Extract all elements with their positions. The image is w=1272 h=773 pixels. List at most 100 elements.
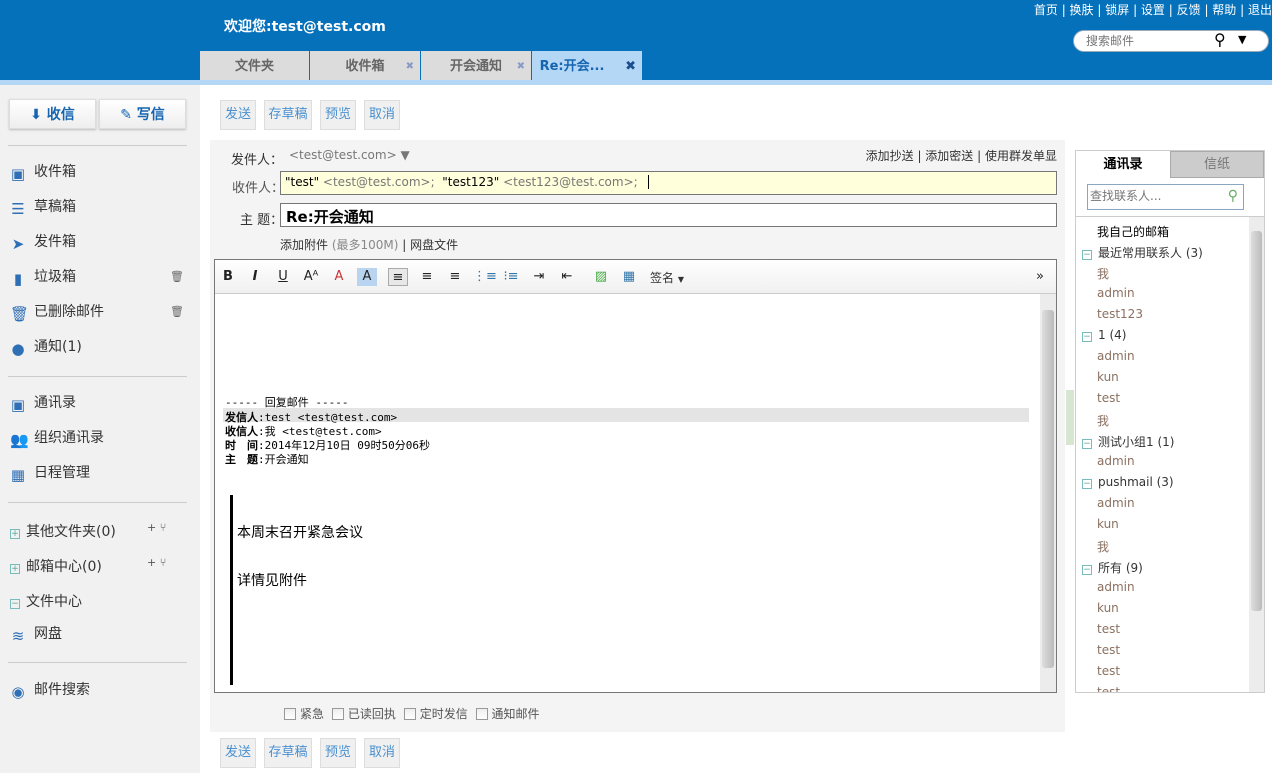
tab-inbox[interactable]: 收件箱 ✖ <box>309 51 420 80</box>
tab-folders[interactable]: 文件夹 <box>199 51 309 80</box>
underline-icon[interactable]: U <box>273 268 293 286</box>
preview-button-bottom[interactable]: 预览 <box>320 738 356 768</box>
subject-field[interactable]: Re:开会通知 <box>280 203 1057 227</box>
tab-contacts[interactable]: 通讯录 <box>1076 151 1170 179</box>
empty-trash-icon[interactable]: 🗑 <box>170 302 184 322</box>
preview-button[interactable]: 预览 <box>320 100 356 130</box>
italic-icon[interactable]: I <box>245 268 265 286</box>
sidebar-item-netdisk[interactable]: ≋ 网盘 <box>10 624 62 644</box>
sidebar-item-file-center[interactable]: − 文件中心 <box>10 592 82 612</box>
expand-toolbar-icon[interactable]: » <box>1030 268 1050 286</box>
receive-button[interactable]: ⬇ 收信 <box>9 99 96 129</box>
send-button[interactable]: 发送 <box>220 100 256 130</box>
sidebar-item-mail-center[interactable]: + 邮箱中心(0) + ⑂ <box>10 556 190 577</box>
contact-item[interactable]: 我 <box>1097 538 1109 555</box>
close-icon[interactable]: ✖ <box>406 51 414 82</box>
align-center-icon[interactable]: ≡ <box>417 268 437 286</box>
chevron-down-icon[interactable]: ▼ <box>1238 33 1246 46</box>
image-icon[interactable]: ▨ <box>591 268 611 286</box>
contact-item[interactable]: kun <box>1097 601 1119 615</box>
tab-reply[interactable]: Re:开会... ✖ <box>531 51 642 80</box>
font-size-icon[interactable]: Aᴬ <box>301 268 321 286</box>
contact-group[interactable]: − pushmail (3) <box>1082 475 1174 489</box>
close-icon[interactable]: ✖ <box>625 51 636 82</box>
align-left-icon[interactable]: ≡ <box>388 268 408 286</box>
contact-group[interactable]: − 最近常用联系人 (3) <box>1082 244 1203 261</box>
mail-search-input[interactable] <box>1086 34 1216 48</box>
contact-item[interactable]: kun <box>1097 517 1119 531</box>
netdisk-file-link[interactable]: 网盘文件 <box>410 238 458 252</box>
scrollbar-thumb[interactable] <box>1251 231 1262 611</box>
add-attachment-link[interactable]: 添加附件 <box>280 238 328 252</box>
sidebar-item-other-folders[interactable]: + 其他文件夹(0) + ⑂ <box>10 521 190 542</box>
contact-item[interactable]: 我 <box>1097 412 1109 429</box>
urgent-option[interactable]: 紧急 <box>280 707 324 721</box>
sidebar-item-junk[interactable]: ▮ 垃圾箱 🗑 <box>10 267 190 287</box>
add-settings-icon[interactable]: + ⑂ <box>147 518 166 538</box>
collapse-icon[interactable]: − <box>1082 479 1092 489</box>
contact-item[interactable]: test <box>1097 391 1120 405</box>
contact-item[interactable]: test <box>1097 664 1120 678</box>
contact-search-input[interactable] <box>1090 189 1220 203</box>
scrollbar-thumb[interactable] <box>1042 310 1054 668</box>
contact-item[interactable]: admin <box>1097 349 1135 363</box>
contact-item[interactable]: test <box>1097 643 1120 657</box>
recipient[interactable]: "test" <test@test.com>; <box>285 175 435 189</box>
bold-icon[interactable]: B <box>218 268 238 286</box>
bullet-list-icon[interactable]: ⁝≡ <box>501 268 521 286</box>
add-cc-link[interactable]: 添加抄送 <box>866 149 914 163</box>
sidebar-item-sent[interactable]: ➤ 发件箱 <box>10 232 76 252</box>
contact-self[interactable]: 我自己的邮箱 <box>1097 223 1169 240</box>
mail-search[interactable]: ⚲ ▼ <box>1073 30 1269 52</box>
collapse-icon[interactable]: − <box>1082 332 1092 342</box>
empty-trash-icon[interactable]: 🗑 <box>170 267 184 287</box>
sidebar-item-contacts[interactable]: ▣ 通讯录 <box>10 393 76 413</box>
to-field[interactable]: "test" <test@test.com>; "test123" <test1… <box>280 171 1057 195</box>
send-button-bottom[interactable]: 发送 <box>220 738 256 768</box>
highlight-icon[interactable]: A <box>357 268 377 286</box>
outdent-icon[interactable]: ⇤ <box>557 268 577 286</box>
search-icon[interactable]: ⚲ <box>1228 188 1238 204</box>
align-right-icon[interactable]: ≡ <box>445 268 465 286</box>
tab-meeting-notice[interactable]: 开会通知 ✖ <box>420 51 531 80</box>
contact-item[interactable]: test <box>1097 622 1120 636</box>
collapse-panel-handle[interactable] <box>1066 390 1074 445</box>
contact-item[interactable]: 我 <box>1097 265 1109 282</box>
recipient[interactable]: "test123" <test123@test.com>; <box>442 175 637 189</box>
save-draft-button-bottom[interactable]: 存草稿 <box>264 738 312 768</box>
group-send-link[interactable]: 使用群发单显 <box>985 149 1057 163</box>
rich-text-editor[interactable]: B I U Aᴬ A A ≡ ≡ ≡ ⋮≡ ⁝≡ ⇥ ⇤ ▨ ▦ 签名 ▼ » … <box>214 259 1057 693</box>
top-link[interactable]: 锁屏 <box>1105 3 1129 17</box>
signature-dropdown[interactable]: 签名 ▼ <box>650 269 684 286</box>
contact-item[interactable]: kun <box>1097 370 1119 384</box>
calendar-icon[interactable]: ▦ <box>619 268 639 286</box>
sidebar-item-calendar[interactable]: ▦ 日程管理 <box>10 463 90 483</box>
add-settings-icon[interactable]: + ⑂ <box>147 553 166 573</box>
save-draft-button[interactable]: 存草稿 <box>264 100 312 130</box>
contact-group[interactable]: − 测试小组1 (1) <box>1082 433 1174 450</box>
top-link[interactable]: 退出 <box>1248 3 1272 17</box>
indent-icon[interactable]: ⇥ <box>529 268 549 286</box>
top-link[interactable]: 换肤 <box>1070 3 1094 17</box>
contact-group[interactable]: −1 (4) <box>1082 328 1126 342</box>
ordered-list-icon[interactable]: ⋮≡ <box>473 268 497 286</box>
contact-item[interactable]: test <box>1097 685 1120 692</box>
top-link[interactable]: 帮助 <box>1212 3 1236 17</box>
contact-item[interactable]: admin <box>1097 580 1135 594</box>
top-link[interactable]: 首页 <box>1034 3 1058 17</box>
contact-item[interactable]: test123 <box>1097 307 1143 321</box>
tab-stationery[interactable]: 信纸 <box>1170 151 1264 178</box>
read-receipt-option[interactable]: 已读回执 <box>328 707 396 721</box>
expand-icon[interactable]: + <box>10 564 20 574</box>
scheduled-send-option[interactable]: 定时发信 <box>400 707 468 721</box>
contact-item[interactable]: admin <box>1097 454 1135 468</box>
contacts-scrollbar[interactable] <box>1249 217 1264 692</box>
contact-search[interactable]: ⚲ <box>1087 184 1244 210</box>
checkbox[interactable] <box>475 708 488 720</box>
sidebar-item-notice[interactable]: ● 通知(1) <box>10 337 81 357</box>
contact-group[interactable]: − 所有 (9) <box>1082 559 1143 576</box>
from-select[interactable]: <test@test.com> ▼ <box>289 148 410 162</box>
notify-mail-option[interactable]: 通知邮件 <box>472 707 540 721</box>
search-icon[interactable]: ⚲ <box>1214 30 1226 49</box>
contact-item[interactable]: admin <box>1097 496 1135 510</box>
